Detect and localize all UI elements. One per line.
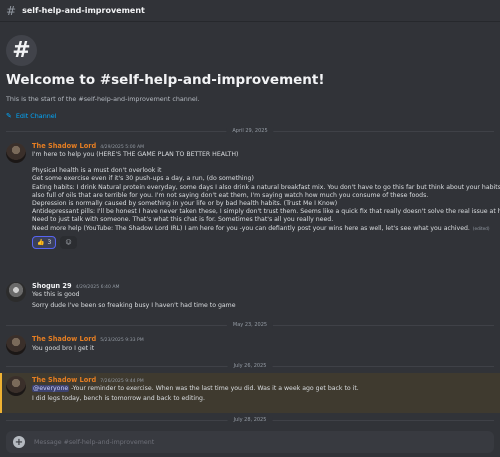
everyone-mention[interactable]: @everyone <box>32 385 70 392</box>
channel-hash-icon-large: # <box>6 35 37 66</box>
avatar[interactable] <box>6 376 26 396</box>
message-composer: + Message #self-help-and-improvement <box>6 431 494 453</box>
message-line: Antidepressant pills: I'll be honest I h… <box>32 208 500 216</box>
welcome-subtitle: This is the start of the #self-help-and-… <box>6 95 200 103</box>
channel-welcome: # Welcome to #self-help-and-improvement!… <box>6 35 494 120</box>
welcome-title: Welcome to #self-help-and-improvement! <box>6 72 325 88</box>
reaction-thumbs-up[interactable]: 👍 3 <box>32 235 57 249</box>
message-line: You good bro I get it <box>32 345 95 352</box>
reaction-bar: 👍 3 ☺ <box>32 235 500 249</box>
message-item-mentioned[interactable]: The Shadow Lord 7/26/2025 9:44 PM @every… <box>0 373 500 413</box>
date-divider: April 29, 2025 <box>6 128 494 134</box>
message-timestamp: 5/23/2025 9:33 PM <box>100 338 144 343</box>
message-line: @everyone -Your reminder to exercise. Wh… <box>32 385 500 393</box>
add-reaction-icon: ☺ <box>65 238 72 246</box>
message-timestamp: 7/26/2025 9:44 PM <box>100 379 144 384</box>
thumbs-up-icon: 👍 <box>37 238 45 246</box>
message-timestamp: 4/29/2025 5:00 AM <box>100 145 145 150</box>
message-line: Sorry dude I've been so freaking busy I … <box>32 302 236 310</box>
message-author[interactable]: The Shadow Lord <box>32 335 96 343</box>
message-line: Get some exercise even if it's 30 push-u… <box>32 175 254 183</box>
date-divider-label: July 28, 2025 <box>227 417 273 423</box>
message-timestamp: 4/29/2025 6:40 AM <box>75 285 120 290</box>
message-author[interactable]: The Shadow Lord <box>32 376 96 384</box>
message-item[interactable]: Shogun 29 4/29/2025 6:40 AM Yes this is … <box>0 278 500 318</box>
message-line: Yes this is good <box>32 291 80 298</box>
channel-header: # self-help-and-improvement <box>0 0 500 22</box>
channel-name: self-help-and-improvement <box>22 6 145 15</box>
message-author[interactable]: Shogun 29 <box>32 282 72 290</box>
edit-channel-label: Edit Channel <box>15 112 57 120</box>
pencil-icon: ✎ <box>6 112 12 120</box>
message-line: Need to just talk with someone. That's w… <box>32 216 334 224</box>
avatar[interactable] <box>6 143 26 163</box>
date-divider: July 28, 2025 <box>6 417 494 423</box>
reaction-count: 3 <box>47 238 52 246</box>
message-line: I'm here to help you (HERE'S THE GAME PL… <box>32 151 239 158</box>
avatar[interactable] <box>6 282 26 302</box>
message-line: also full of oils that are terrible for … <box>32 191 429 199</box>
date-divider-label: July 26, 2025 <box>227 363 273 369</box>
edited-marker: (edited) <box>472 225 490 231</box>
add-reaction-button[interactable]: ☺ <box>60 235 77 249</box>
message-line-text: Need more help (YouTube: The Shadow Lord… <box>32 224 470 232</box>
message-line: I did legs today, bench is tomorrow and … <box>32 395 205 403</box>
attach-plus-icon[interactable]: + <box>13 436 25 448</box>
message-line: Depression is normally caused by somethi… <box>32 200 338 208</box>
date-divider-label: April 29, 2025 <box>226 128 274 134</box>
message-line-text: -Your reminder to exercise. When was the… <box>69 385 359 392</box>
date-divider-label: May 23, 2025 <box>226 322 274 328</box>
message-item[interactable]: The Shadow Lord 5/23/2025 9:33 PM You go… <box>0 333 500 361</box>
message-author[interactable]: The Shadow Lord <box>32 142 96 150</box>
date-divider: July 26, 2025 <box>6 363 494 369</box>
message-input[interactable]: Message #self-help-and-improvement <box>34 439 154 446</box>
date-divider: May 23, 2025 <box>6 322 494 328</box>
avatar[interactable] <box>6 335 26 355</box>
edit-channel-button[interactable]: ✎ Edit Channel <box>6 112 494 120</box>
message-line: Eating habits: I drink Natural protein e… <box>32 183 500 191</box>
message-line: Need more help (YouTube: The Shadow Lord… <box>32 225 500 233</box>
message-item[interactable]: The Shadow Lord 4/29/2025 5:00 AM I'm he… <box>0 140 500 272</box>
message-line: Physical health is a must don't overlook… <box>32 167 162 175</box>
channel-hash-icon: # <box>6 3 17 18</box>
